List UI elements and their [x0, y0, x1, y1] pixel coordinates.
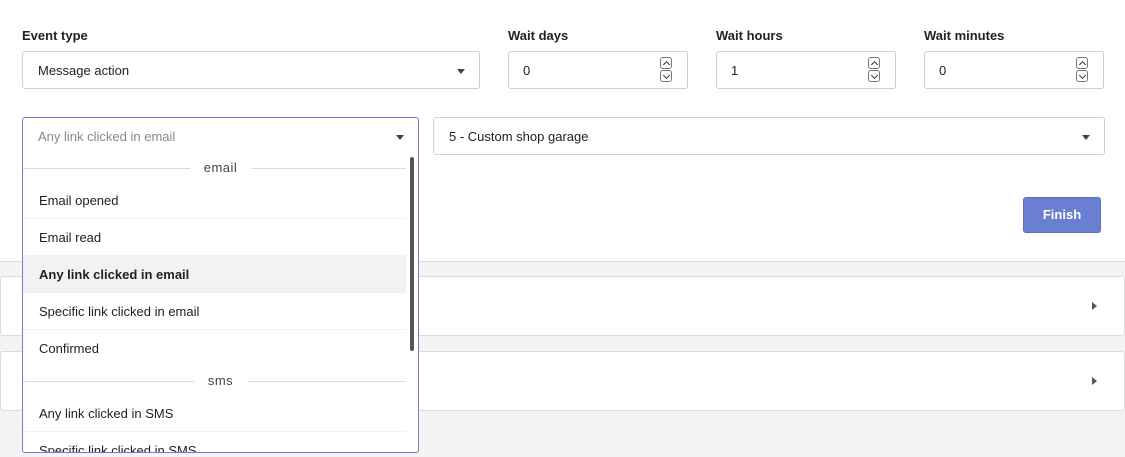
spin-down-icon[interactable]: [868, 70, 880, 82]
chevron-down-icon: [457, 69, 465, 74]
wait-minutes-value: 0: [939, 63, 947, 78]
group-header-sms: sms: [23, 367, 418, 395]
group-label: sms: [193, 373, 248, 388]
wait-days-label: Wait days: [508, 28, 569, 43]
option-specific-link-clicked-sms[interactable]: Specific link clicked in SMS: [23, 432, 406, 452]
wait-days-input[interactable]: 0: [508, 51, 688, 89]
option-specific-link-clicked-email[interactable]: Specific link clicked in email: [23, 293, 406, 330]
wait-hours-label: Wait hours: [716, 28, 783, 43]
wait-minutes-label: Wait minutes: [924, 28, 1005, 43]
spinner-arrows-icon[interactable]: [660, 57, 672, 83]
spin-down-icon[interactable]: [1076, 70, 1088, 82]
dropdown-scrollbar[interactable]: [410, 157, 414, 351]
option-any-link-clicked-sms[interactable]: Any link clicked in SMS: [23, 395, 406, 432]
option-email-opened[interactable]: Email opened: [23, 182, 406, 219]
action-dropdown-menu: email Email opened Email read Any link c…: [22, 154, 419, 453]
option-confirmed[interactable]: Confirmed: [23, 330, 406, 367]
event-type-label: Event type: [22, 28, 88, 43]
message-select[interactable]: 5 - Custom shop garage: [433, 117, 1105, 155]
option-any-link-clicked-email[interactable]: Any link clicked in email: [23, 256, 406, 293]
action-select[interactable]: Any link clicked in email: [22, 117, 419, 155]
group-label: email: [189, 160, 252, 175]
finish-button[interactable]: Finish: [1023, 197, 1101, 233]
event-type-value: Message action: [38, 63, 130, 78]
spin-down-icon[interactable]: [660, 70, 672, 82]
chevron-down-icon: [396, 135, 404, 140]
spin-up-icon[interactable]: [868, 57, 880, 69]
wait-hours-value: 1: [731, 63, 739, 78]
wait-hours-input[interactable]: 1: [716, 51, 896, 89]
chevron-right-icon[interactable]: [1092, 302, 1097, 310]
event-type-select[interactable]: Message action: [22, 51, 480, 89]
wait-minutes-input[interactable]: 0: [924, 51, 1104, 89]
group-header-email: email: [23, 154, 418, 182]
spinner-arrows-icon[interactable]: [1076, 57, 1088, 83]
chevron-down-icon: [1082, 135, 1090, 140]
chevron-right-icon[interactable]: [1092, 377, 1097, 385]
spin-up-icon[interactable]: [660, 57, 672, 69]
wait-days-value: 0: [523, 63, 531, 78]
spinner-arrows-icon[interactable]: [868, 57, 880, 83]
option-email-read[interactable]: Email read: [23, 219, 406, 256]
action-select-value: Any link clicked in email: [38, 129, 176, 144]
spin-up-icon[interactable]: [1076, 57, 1088, 69]
message-select-value: 5 - Custom shop garage: [449, 129, 589, 144]
